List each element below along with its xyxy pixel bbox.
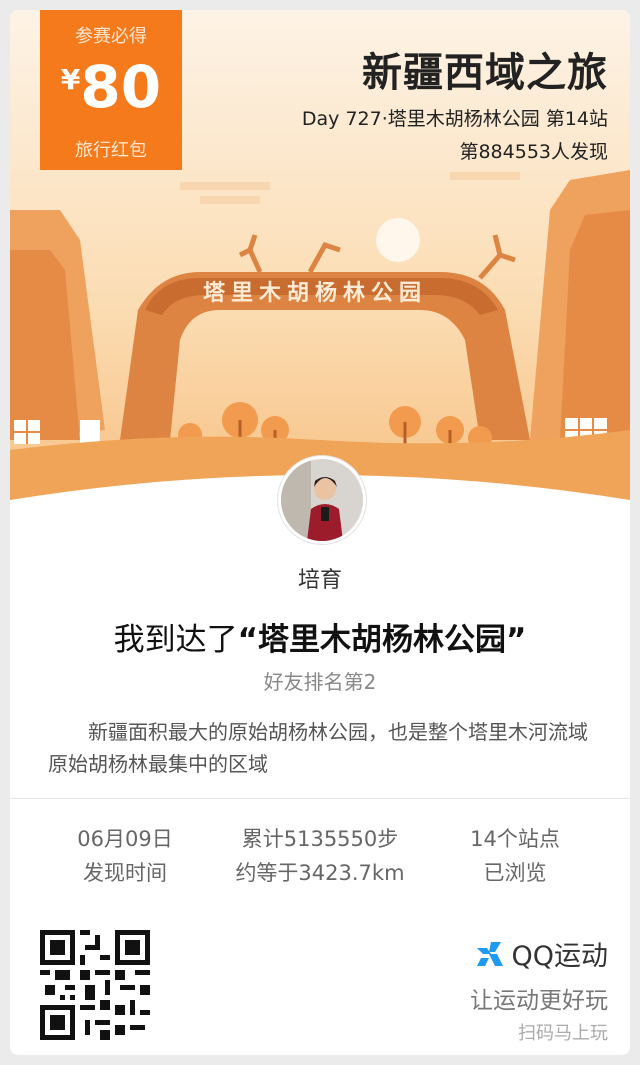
brand-slogan: 让运动更好玩: [470, 988, 608, 1014]
day-station-line: Day 727·塔里木胡杨林公园 第14站: [301, 108, 608, 130]
divider: [10, 798, 630, 799]
avatar[interactable]: [278, 456, 366, 544]
badge-top-label: 参赛必得: [75, 26, 147, 47]
currency-symbol: ¥: [60, 63, 81, 96]
brand-name: QQ运动: [511, 941, 608, 972]
qq-sport-brand: QQ运动 让运动更好玩 扫码马上玩: [470, 934, 608, 1045]
qr-code-graphic: [40, 930, 150, 1040]
arch-sign-text: 塔里木胡杨林公园: [203, 280, 427, 306]
arrival-prefix: 我到达了: [113, 622, 238, 658]
friend-rank: 好友排名第2: [263, 670, 377, 694]
badge-amount: ¥80: [40, 48, 182, 134]
user-name: 培育: [297, 568, 342, 593]
stat-total-steps: 累计5135550步 约等于3423.7km: [215, 822, 425, 890]
red-packet-badge[interactable]: 参赛必得 ¥80 旅行红包: [40, 10, 182, 170]
qr-code-icon[interactable]: [40, 930, 150, 1040]
share-card: 塔里木胡杨林公园 参赛必得 ¥80 旅行红包 新疆西域之旅 Day 727·塔里…: [10, 10, 630, 1055]
badge-amount-value: 80: [80, 53, 162, 121]
user-avatar-icon: [281, 459, 363, 541]
stat-value: 14个站点: [470, 827, 560, 851]
discover-count: 第884553人发现: [459, 141, 608, 163]
header: 新疆西域之旅 Day 727·塔里木胡杨林公园 第14站 第884553人发现: [302, 40, 608, 164]
scan-hint: 扫码马上玩: [518, 1023, 608, 1044]
stat-value: 累计5135550步: [241, 827, 399, 851]
stat-stations: 14个站点 已浏览: [440, 822, 590, 890]
stat-label: 约等于3423.7km: [235, 861, 405, 885]
qq-sport-run-icon: [473, 940, 507, 975]
place-description: 新疆面积最大的原始胡杨林公园，也是整个塔里木河流域原始胡杨林最集中的区域: [48, 720, 588, 776]
badge-bottom-label: 旅行红包: [75, 140, 147, 161]
page-title: 新疆西域之旅: [362, 50, 608, 96]
stat-value: 06月09日: [77, 827, 173, 851]
stat-label: 已浏览: [483, 861, 547, 885]
stat-discover-time: 06月09日 发现时间: [50, 822, 200, 890]
arrival-heading: 我到达了“塔里木胡杨林公园”: [10, 614, 630, 659]
stat-label: 发现时间: [83, 861, 167, 885]
arrival-place: “塔里木胡杨林公园”: [237, 622, 527, 658]
